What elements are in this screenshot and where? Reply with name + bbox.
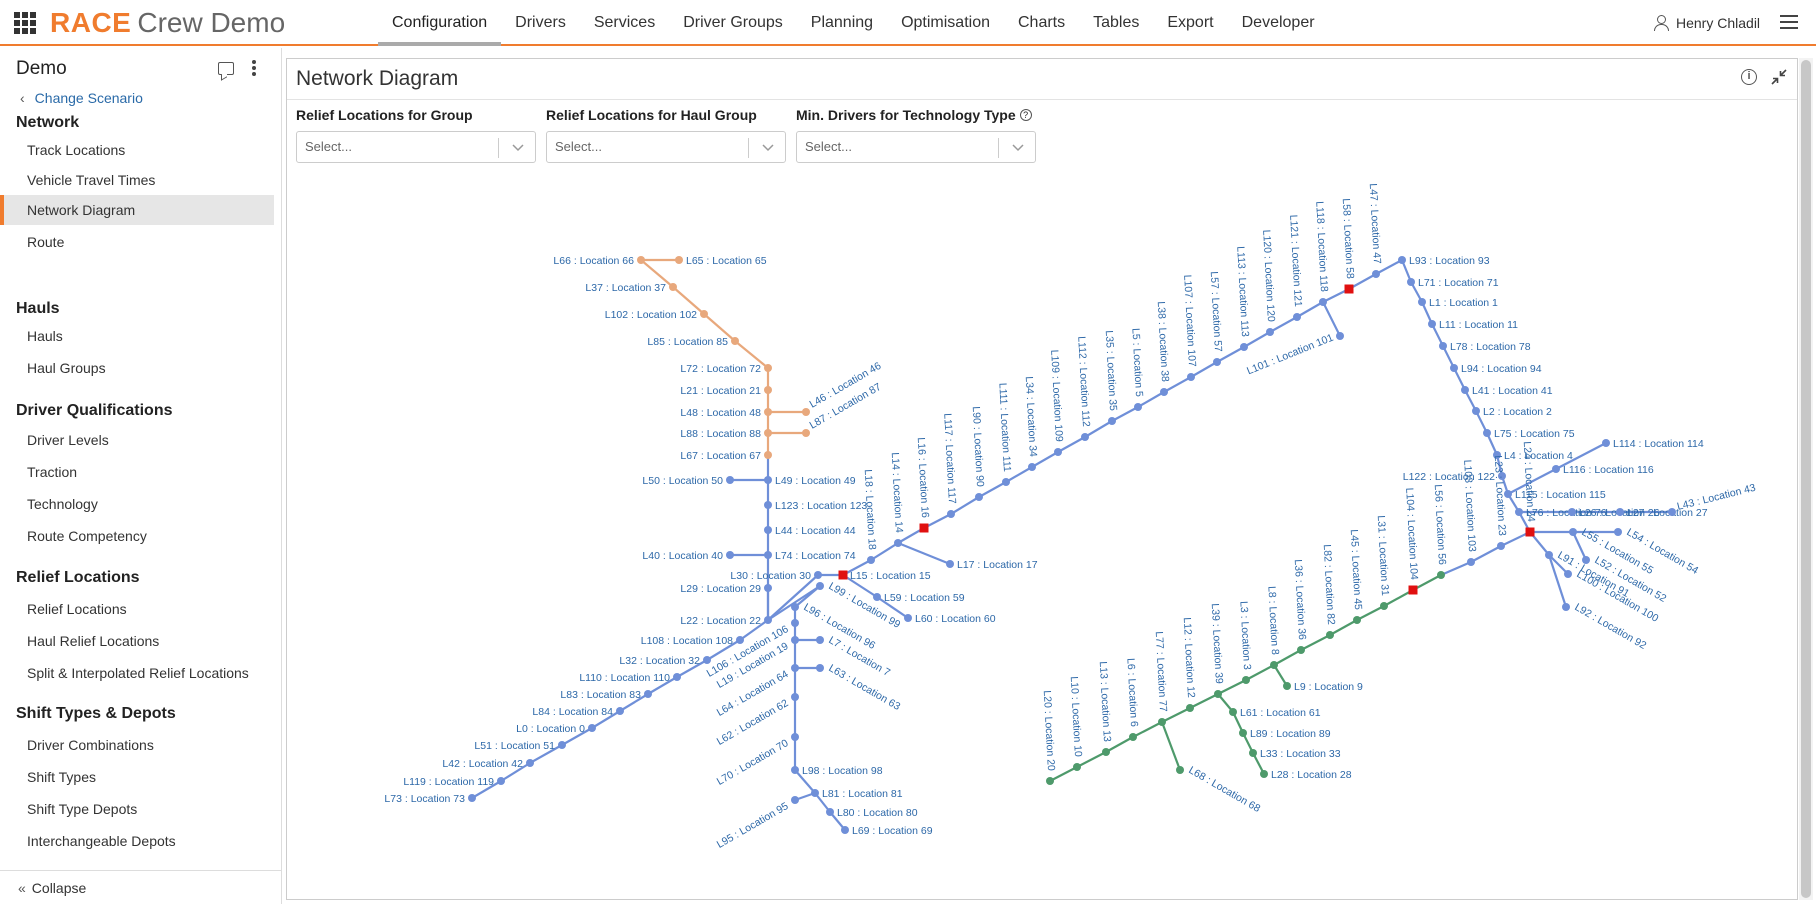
scenario-name: Demo [16,58,67,79]
section-driver-qualifications: Driver Qualifications [16,402,173,419]
sidebar-item-traction[interactable]: Traction [0,457,274,487]
sidebar-item-track-locations[interactable]: Track Locations [0,135,274,165]
panel-divider [287,99,1797,100]
nav-services[interactable]: Services [580,0,669,46]
network-diagram-panel: Network Diagram i Relief Locations for G… [286,58,1798,900]
sidebar-item-hauls[interactable]: Hauls [0,321,274,351]
nav-export[interactable]: Export [1153,0,1227,46]
chevron-down-icon [762,144,774,152]
sidebar-item-route[interactable]: Route [0,227,274,257]
collapse-label: Collapse [31,880,87,896]
nav-configuration[interactable]: Configuration [378,0,502,46]
main-nav: Configuration Drivers Services Driver Gr… [378,0,1329,46]
page-title: Network Diagram [296,67,459,90]
sidebar: Demo ‹ Change Scenario Network Track Loca… [0,48,282,904]
sidebar-item-technology[interactable]: Technology [0,489,274,519]
app-brand[interactable]: RACE Crew Demo [50,6,285,40]
sidebar-item-shift-types[interactable]: Shift Types [0,762,274,792]
chevron-down-icon [512,144,524,152]
collapse-button[interactable]: « Collapse [0,870,282,904]
nav-driver-groups[interactable]: Driver Groups [669,0,797,46]
select-technology-placeholder: Select... [805,139,852,154]
info-icon[interactable]: i [1741,69,1757,85]
sidebar-item-driver-combinations[interactable]: Driver Combinations [0,730,274,760]
section-shift-types-depots: Shift Types & Depots [16,705,176,722]
sidebar-item-relief-locations[interactable]: Relief Locations [0,594,274,624]
minimize-icon[interactable] [1769,67,1789,87]
nav-developer[interactable]: Developer [1228,0,1329,46]
scrollbar-thumb[interactable] [1801,60,1811,898]
user-name: Henry Chladil [1676,15,1761,31]
sidebar-item-split-interpolated[interactable]: Split & Interpolated Relief Locations [0,658,274,688]
nav-drivers[interactable]: Drivers [501,0,580,46]
section-relief-locations: Relief Locations [16,569,140,586]
sidebar-item-route-competency[interactable]: Route Competency [0,521,274,551]
section-hauls: Hauls [16,300,60,317]
user-menu[interactable]: Henry Chladil [1654,0,1760,46]
sidebar-item-vehicle-travel-times[interactable]: Vehicle Travel Times [0,165,274,195]
sidebar-item-haul-relief-locations[interactable]: Haul Relief Locations [0,626,274,656]
more-options-icon[interactable] [252,60,256,76]
select-haul-group-placeholder: Select... [555,139,602,154]
help-icon[interactable]: ? [1019,109,1032,121]
select-group-placeholder: Select... [305,139,352,154]
section-network: Network [16,114,80,131]
sidebar-item-network-diagram[interactable]: Network Diagram [0,195,274,225]
filter-label-technology: Min. Drivers for Technology Type? [796,107,1032,123]
double-chevron-left-icon: « [18,880,26,896]
filter-label-group: Relief Locations for Group [296,107,473,123]
sidebar-item-shift-type-depots[interactable]: Shift Type Depots [0,794,274,824]
filter-label-technology-text: Min. Drivers for Technology Type [796,107,1016,123]
chevron-down-icon [1012,144,1024,152]
brand-race: RACE [50,7,132,38]
chevron-left-icon: ‹ [20,90,25,106]
top-bar: RACE Crew Demo Configuration Drivers Serv… [0,0,1816,46]
nav-charts[interactable]: Charts [1004,0,1079,46]
sidebar-item-haul-groups[interactable]: Haul Groups [0,353,274,383]
apps-grid-icon[interactable] [14,12,36,34]
nav-planning[interactable]: Planning [797,0,887,46]
comment-icon[interactable] [218,62,234,75]
sidebar-item-driver-levels[interactable]: Driver Levels [0,425,274,455]
brand-subtitle: Crew Demo [137,7,286,38]
user-icon [1654,15,1669,31]
sidebar-item-interchangeable-depots[interactable]: Interchangeable Depots [0,826,274,856]
hamburger-menu-icon[interactable] [1780,15,1798,29]
select-group[interactable]: Select... [296,131,536,163]
select-haul-group[interactable]: Select... [546,131,786,163]
scrollbar[interactable] [1799,58,1813,900]
change-scenario-label: Change Scenario [34,90,143,106]
select-technology[interactable]: Select... [796,131,1036,163]
nav-optimisation[interactable]: Optimisation [887,0,1004,46]
filter-label-haul-group: Relief Locations for Haul Group [546,107,757,123]
change-scenario-link[interactable]: ‹ Change Scenario [20,90,143,106]
nav-tables[interactable]: Tables [1079,0,1153,46]
